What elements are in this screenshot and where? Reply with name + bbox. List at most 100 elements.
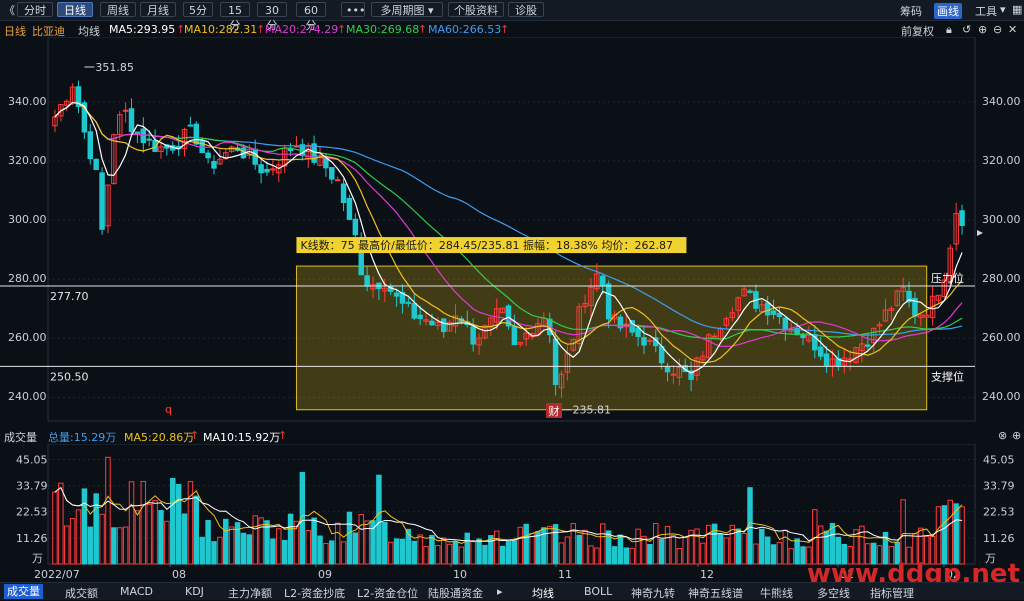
volume-chart[interactable]: 45.05 45.05 33.79 33.79 22.53 22.53 11.26 11.26… [0,444,1024,582]
price-tick-left: 240.00 [8,390,47,404]
toolbar-button-3[interactable]: 月线 [140,2,176,17]
candle-body [641,337,647,346]
candle-body [770,310,777,315]
volume-bar [429,534,435,565]
indicator-tab-2[interactable]: MACD [120,585,153,598]
indicator-tab-3[interactable]: KDJ [185,585,204,598]
toolbar-button-6[interactable]: 30分 [257,2,287,32]
volume-bar [146,503,152,565]
toolbar-button-8[interactable]: ••• [341,2,365,17]
volume-bar [358,514,364,565]
candle-body [470,326,476,345]
volume-bar [694,528,700,565]
volume-bar [658,538,665,565]
price-tick-left: 280.00 [8,272,47,286]
top-toolbar: 《 分时 日线 周线 月线 5分 15分 30分 60分 ••• 多周期图 ▾ 个股资料 诊股 筹码 … [0,0,1024,32]
toolbar-button-7[interactable]: 60分 [296,2,326,32]
volume-bar [511,540,518,565]
candle-body [146,138,152,141]
volume-bar [735,528,741,565]
volume-bar [111,527,117,565]
zoom-out-icon[interactable]: ⊖ [993,23,1002,36]
ma20-value: MA20:274.29 [265,23,339,36]
toolbar-button-5[interactable]: 15分 [220,2,250,32]
high-price-label: 351.85 [95,61,134,74]
volume-bar [175,484,182,565]
candle-body [329,167,335,180]
volume-bar [329,540,335,565]
candle-body [405,301,412,304]
volume-bar [941,505,948,565]
volume-bar [140,480,147,565]
volume-bar [764,536,771,565]
volume-bar [588,545,594,565]
volume-label: 成交量 [4,431,37,444]
volume-bar [458,546,465,565]
volume-bar [52,491,58,565]
resistance-value: 277.70 [50,290,89,303]
volume-bar [352,532,359,565]
draw-line-button[interactable]: 画线 [934,3,962,19]
volume-bar [311,517,317,565]
grid-icon[interactable]: ▦ [1012,3,1022,16]
candle-body [87,131,94,160]
indicator-tab-9[interactable]: BOLL [584,585,612,598]
volume-bar [181,513,188,565]
volume-bar [776,542,783,565]
lock-icon[interactable]: 🔒︎ [946,23,952,37]
candle-body [258,164,264,174]
zoom-in-icon[interactable]: ⊕ [978,23,987,36]
volume-bar [323,542,329,565]
candle-body [122,109,129,112]
toolbar-button-10[interactable]: 个股资料 [448,2,504,17]
range-info-text: K线数：75 最高价/最低价：284.45/235.81 振幅：18.38% 均… [300,238,673,252]
ma-legend: 日线 比亚迪 均线 MA5:293.95 ↑ MA10:282.31 ↑ MA2… [0,21,1024,38]
volume-bar [93,493,99,565]
volume-settings-icon[interactable]: ⊗ [998,429,1007,442]
x-axis-label: 08 [172,568,186,581]
tabs-scroll-right-icon[interactable]: ▸ [497,585,503,598]
volume-bar [552,524,559,565]
volume-legend: 成交量 总量:15.29万 MA5:20.86万 ↑ MA10:15.92万 ↑… [0,429,1024,444]
volume-bar [346,511,353,565]
toolbar-button-0[interactable]: 分时 [17,2,53,17]
toolbar-button-2[interactable]: 周线 [100,2,136,17]
undo-icon[interactable]: ↺ [962,23,971,36]
volume-bar [576,534,582,565]
tools-dropdown-icon[interactable]: ▾ [1000,3,1006,16]
ma60-value: MA60:266.53 [428,23,502,36]
volume-bar [800,546,806,565]
volume-bar [270,538,276,565]
candle-body [511,325,518,346]
volume-bar [770,544,777,565]
volume-bar [706,524,712,565]
back-icon[interactable]: 《 [4,2,15,18]
volume-bar [382,522,388,565]
indicator-tab-0[interactable]: 成交量 [4,584,43,599]
volume-bar [122,526,129,565]
chips-button[interactable]: 筹码 [900,3,922,19]
toolbar-button-9[interactable]: 多周期图 ▾ [371,2,443,17]
toolbar-button-1[interactable]: 日线 [57,2,93,17]
price-tick-right: 340.00 [982,94,1021,108]
ma30-arrow-icon: ↑ [418,23,428,36]
support-label: 支撑位 [931,369,964,383]
volume-bar [69,518,76,565]
price-chart[interactable]: 277.70 250.50 压力位支撑位 K线数：75 最高价/最低价：284.45/… [0,37,1024,427]
close-icon[interactable]: ✕ [1008,23,1017,36]
tools-button[interactable]: 工具 [975,3,997,19]
volume-bar [717,534,724,565]
price-tick-right: 240.00 [982,390,1021,404]
volume-bar [158,510,164,565]
toolbar-button-11[interactable]: 诊股 [508,2,544,17]
volume-bar [641,535,647,565]
toolbar-button-4[interactable]: 5分 [183,2,213,17]
candle-body [959,210,965,227]
volume-add-icon[interactable]: ⊕ [1012,429,1021,442]
volume-bar [117,527,123,565]
volume-bar [623,547,630,565]
volume-bar [617,534,624,565]
volume-bar [482,544,488,565]
candle-body [440,318,447,333]
candle-body [747,290,753,293]
